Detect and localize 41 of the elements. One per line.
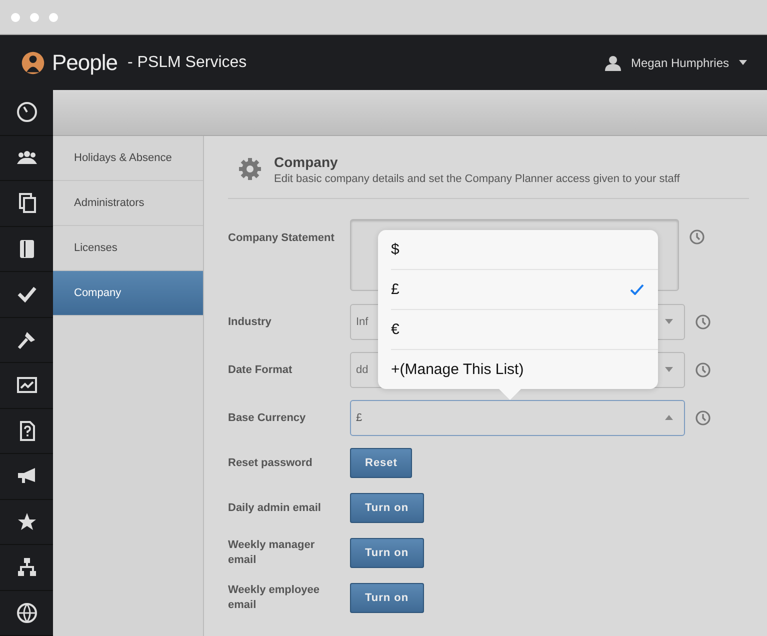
settings-icon bbox=[238, 157, 262, 181]
dropdown-option[interactable]: € bbox=[391, 310, 658, 350]
field-label: Daily admin email bbox=[228, 500, 322, 516]
action-button[interactable]: Turn on bbox=[350, 538, 424, 568]
clock-icon[interactable] bbox=[695, 362, 711, 378]
star-icon[interactable] bbox=[16, 510, 38, 533]
caret-icon bbox=[739, 60, 747, 66]
window-dot bbox=[11, 12, 20, 22]
caret-icon bbox=[665, 415, 673, 421]
action-button[interactable]: Turn on bbox=[350, 493, 424, 523]
caret-icon bbox=[665, 319, 673, 325]
user-icon bbox=[604, 54, 621, 70]
field-label: Base Currency bbox=[228, 410, 307, 426]
caret-icon bbox=[665, 367, 673, 373]
section-description: Edit basic company details and set the Company Planner access given to your staff bbox=[274, 173, 680, 185]
gauge-icon[interactable] bbox=[16, 101, 38, 124]
clock-icon[interactable] bbox=[695, 410, 711, 426]
dropdown-option[interactable]: $ bbox=[391, 230, 658, 270]
field-label: Weekly employee email bbox=[228, 583, 321, 613]
user-menu[interactable]: Megan Humphries bbox=[604, 54, 747, 70]
app-name: People bbox=[52, 50, 118, 76]
section-title: Company bbox=[274, 154, 339, 170]
hierarchy-icon[interactable] bbox=[16, 556, 38, 578]
dropdown-option[interactable]: +(Manage This List) bbox=[391, 350, 658, 389]
clock-icon[interactable] bbox=[689, 229, 705, 245]
action-button[interactable]: Turn on bbox=[350, 583, 424, 613]
window-dot bbox=[49, 12, 58, 22]
field-label: Weekly manager email bbox=[228, 538, 316, 568]
company-name: - PSLM Services bbox=[128, 54, 247, 72]
globe-icon[interactable] bbox=[16, 602, 38, 624]
field-label: Company Statement bbox=[228, 231, 336, 246]
logo-icon bbox=[20, 50, 46, 76]
field-label: Date Format bbox=[228, 362, 294, 378]
select-field[interactable]: £ bbox=[350, 400, 685, 436]
window-dot bbox=[30, 12, 39, 22]
dropdown-option[interactable]: £ bbox=[391, 270, 658, 310]
field-label: Reset password bbox=[228, 456, 314, 470]
field-label: Industry bbox=[228, 314, 272, 330]
action-button[interactable]: Reset bbox=[350, 448, 412, 478]
clock-icon[interactable] bbox=[695, 314, 711, 330]
submenu-item[interactable]: Company bbox=[53, 271, 203, 316]
